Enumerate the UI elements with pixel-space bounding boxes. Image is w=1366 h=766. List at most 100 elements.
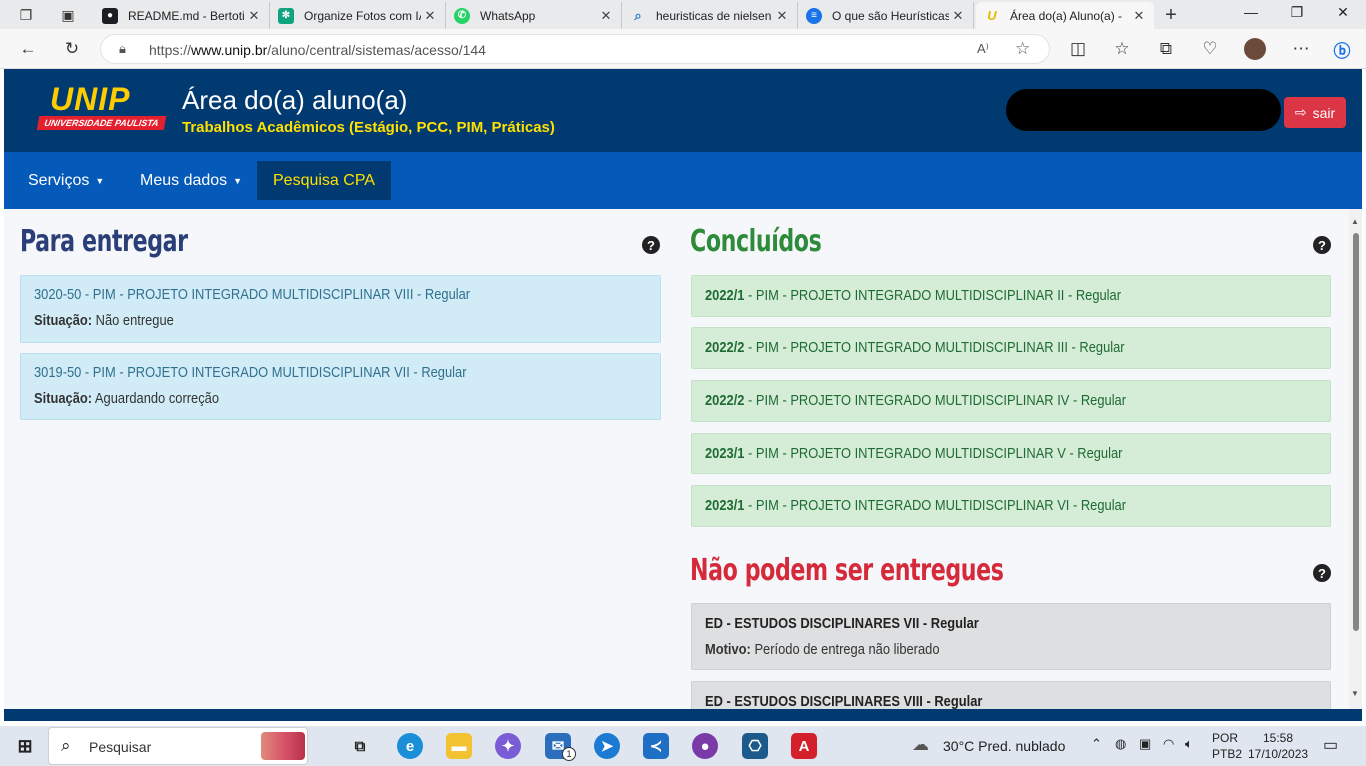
address-bar[interactable]: 🔒︎ https://www.unip.br/aluno/central/sis… — [100, 34, 1050, 64]
weather-icon[interactable]: ☁ — [912, 735, 929, 755]
tray-chevron-icon[interactable]: ⌃ — [1091, 736, 1102, 752]
url-prefix: https:// — [149, 42, 192, 58]
split-screen-icon[interactable]: ◫ — [1066, 37, 1090, 61]
task-view-icon[interactable]: ⧉ — [347, 733, 373, 759]
tray-app-icon[interactable]: ▣ — [1139, 736, 1151, 752]
doc-icon: ≡ — [806, 7, 822, 24]
tab-organize-fotos[interactable]: ✻ Organize Fotos com IA ✕ — [270, 2, 446, 29]
section-title-nao-podem: Não podem ser entregues — [690, 553, 1004, 588]
clock-time[interactable]: 15:58 — [1263, 731, 1293, 745]
profile-avatar[interactable] — [1243, 37, 1267, 61]
wifi-icon[interactable]: ◠ — [1163, 736, 1174, 752]
bing-copilot-icon[interactable]: ⓑ — [1330, 37, 1354, 61]
close-tab-icon[interactable]: ✕ — [597, 8, 615, 24]
language-code[interactable]: POR — [1212, 731, 1238, 745]
close-tab-icon[interactable]: ✕ — [421, 8, 439, 24]
browser-essentials-icon[interactable]: ♡ — [1198, 37, 1222, 61]
mail-badge: 1 — [562, 747, 576, 761]
more-menu-icon[interactable]: ⋯ — [1289, 37, 1313, 61]
vertical-tabs-icon[interactable]: ▣ — [58, 5, 78, 25]
tab-o-que-sao[interactable]: ≡ O que são Heurísticas ✕ — [798, 2, 974, 29]
github-desktop-icon[interactable]: ● — [692, 733, 718, 759]
card-para-entregar[interactable]: 3020-50 - PIM - PROJETO INTEGRADO MULTID… — [20, 275, 661, 343]
sign-out-icon: ⇨ — [1294, 104, 1307, 120]
restore-icon[interactable]: ❐ — [1282, 4, 1312, 24]
unip-logo[interactable]: UNIP UNIVERSIDADE PAULISTA — [36, 81, 168, 133]
close-tab-icon[interactable]: ✕ — [949, 8, 967, 24]
collections-icon[interactable]: ⧉ — [1154, 37, 1178, 61]
nav-pesquisa-cpa[interactable]: Pesquisa CPA — [257, 161, 391, 200]
page-subtitle: Trabalhos Acadêmicos (Estágio, PCC, PIM,… — [182, 119, 555, 136]
weather-text[interactable]: 30°C Pred. nublado — [943, 738, 1065, 754]
file-explorer-icon[interactable]: ▬ — [446, 733, 472, 759]
scroll-down-icon[interactable]: ▼ — [1351, 689, 1359, 698]
volume-icon[interactable]: 🔈︎ — [1185, 736, 1193, 752]
notifications-icon[interactable]: ▭ — [1323, 735, 1338, 755]
main-content: Para entregar ? 3020-50 - PIM - PROJETO … — [4, 209, 1362, 709]
copilot-icon[interactable]: ✦ — [495, 733, 521, 759]
whatsapp-icon: ✆ — [454, 7, 470, 24]
close-tab-icon[interactable]: ✕ — [773, 8, 791, 24]
minimize-icon[interactable]: — — [1236, 4, 1266, 24]
autocad-icon[interactable]: A — [791, 733, 817, 759]
scrollbar-thumb[interactable] — [1353, 233, 1359, 631]
tab-whatsapp[interactable]: ✆ WhatsApp ✕ — [446, 2, 622, 29]
app-icon[interactable]: ➤ — [594, 733, 620, 759]
logout-button[interactable]: ⇨ sair — [1284, 97, 1346, 128]
card-concluido[interactable]: 2022/1 - PIM - PROJETO INTEGRADO MULTIDI… — [691, 275, 1331, 317]
tray-app-icon[interactable]: ◍ — [1115, 736, 1126, 752]
page-scrollbar[interactable]: ▲ ▼ — [1349, 209, 1362, 709]
app-icon[interactable]: ⎔ — [742, 733, 768, 759]
card-nao-podem[interactable]: ED - ESTUDOS DISCIPLINARES VII - Regular… — [691, 603, 1331, 670]
redacted-username — [1006, 89, 1281, 131]
caret-down-icon: ▼ — [233, 175, 243, 186]
read-aloud-icon[interactable]: A⁾ — [977, 41, 989, 57]
tab-heuristicas[interactable]: ⌕ heuristicas de nielsen ✕ — [622, 2, 798, 29]
search-highlight-icon — [261, 732, 305, 760]
close-tab-icon[interactable]: ✕ — [245, 8, 263, 24]
help-icon[interactable]: ? — [642, 236, 660, 254]
windows-start-icon[interactable]: ⊞ — [12, 733, 38, 759]
section-title-para-entregar: Para entregar — [20, 224, 188, 259]
help-icon[interactable]: ? — [1313, 564, 1331, 582]
taskbar-search[interactable]: ⌕ Pesquisar — [48, 727, 308, 765]
clock-date[interactable]: 17/10/2023 — [1248, 747, 1308, 761]
url-domain: www.unip.br — [191, 42, 268, 58]
close-window-icon[interactable]: ✕ — [1328, 4, 1358, 24]
search-icon: ⌕ — [634, 7, 642, 23]
card-nao-podem[interactable]: ED - ESTUDOS DISCIPLINARES VIII - Regula… — [691, 681, 1331, 709]
lock-icon: 🔒︎ — [119, 41, 126, 56]
main-nav: Serviços ▼ Meus dados ▼ Pesquisa CPA — [4, 152, 1362, 209]
caret-down-icon: ▼ — [95, 175, 105, 186]
close-tab-icon[interactable]: ✕ — [1130, 8, 1148, 24]
tab-area-aluno[interactable]: U Área do(a) Aluno(a) - ✕ — [976, 2, 1154, 29]
card-concluido[interactable]: 2022/2 - PIM - PROJETO INTEGRADO MULTIDI… — [691, 327, 1331, 369]
card-title-link[interactable]: 3020-50 - PIM - PROJETO INTEGRADO MULTID… — [34, 286, 470, 303]
windows-taskbar: ⊞ ⌕ Pesquisar ⧉ e ▬ ✦ ✉ 1 ➤ ≺ ● ⎔ A ☁ 30… — [0, 726, 1366, 766]
scroll-up-icon[interactable]: ▲ — [1351, 217, 1359, 226]
chatgpt-icon: ✻ — [278, 7, 294, 24]
card-title-link[interactable]: 3019-50 - PIM - PROJETO INTEGRADO MULTID… — [34, 364, 466, 381]
browser-toolbar: ← ↻ 🔒︎ https://www.unip.br/aluno/central… — [0, 29, 1366, 69]
workspaces-icon[interactable]: ❐ — [16, 5, 36, 25]
nav-servicos[interactable]: Serviços ▼ — [13, 161, 119, 200]
keyboard-layout[interactable]: PTB2 — [1212, 747, 1242, 761]
refresh-icon[interactable]: ↻ — [60, 37, 84, 61]
vscode-icon[interactable]: ≺ — [643, 733, 669, 759]
new-tab-icon[interactable]: + — [1161, 4, 1181, 26]
edge-icon[interactable]: e — [397, 733, 423, 759]
back-icon[interactable]: ← — [16, 37, 40, 61]
nav-meus-dados[interactable]: Meus dados ▼ — [125, 161, 257, 200]
card-concluido[interactable]: 2023/1 - PIM - PROJETO INTEGRADO MULTIDI… — [691, 433, 1331, 474]
github-icon: ● — [102, 7, 118, 24]
section-title-concluidos: Concluídos — [690, 224, 822, 259]
card-para-entregar[interactable]: 3019-50 - PIM - PROJETO INTEGRADO MULTID… — [20, 353, 661, 420]
site-footer-bar — [4, 709, 1362, 721]
favorites-icon[interactable]: ☆ — [1110, 37, 1134, 61]
search-icon: ⌕ — [61, 736, 71, 755]
card-concluido[interactable]: 2022/2 - PIM - PROJETO INTEGRADO MULTIDI… — [691, 380, 1331, 422]
favorite-star-icon[interactable]: ☆ — [1015, 39, 1030, 59]
help-icon[interactable]: ? — [1313, 236, 1331, 254]
card-concluido[interactable]: 2023/1 - PIM - PROJETO INTEGRADO MULTIDI… — [691, 485, 1331, 527]
tab-readme[interactable]: ● README.md - Bertoti ✕ — [94, 2, 270, 29]
